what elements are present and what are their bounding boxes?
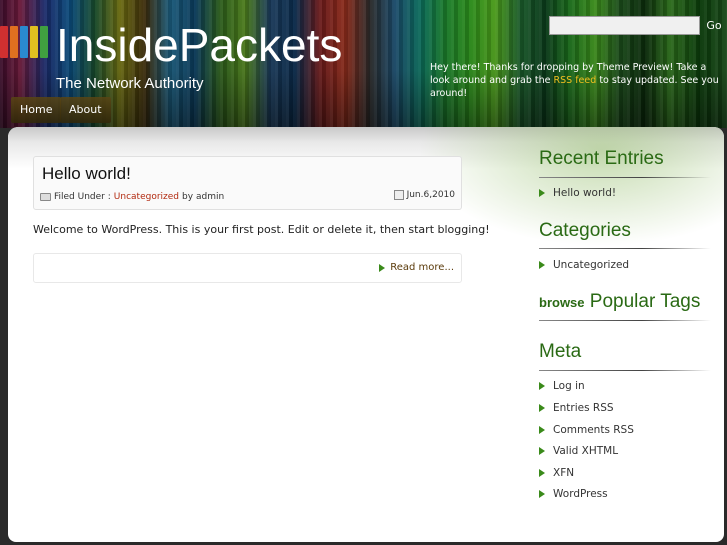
- logo-icon[interactable]: [0, 26, 50, 58]
- green-arrow-icon: [539, 382, 545, 390]
- sidebar-item-valid-xhtml[interactable]: Valid XHTML: [539, 445, 618, 457]
- post-title[interactable]: Hello world!: [42, 164, 131, 184]
- nav-item-about[interactable]: About: [60, 97, 111, 123]
- read-more-link[interactable]: Read more...: [379, 262, 454, 273]
- read-more-box: Read more...: [33, 253, 462, 283]
- post-category-link[interactable]: Uncategorized: [114, 192, 179, 202]
- post-author: admin: [196, 192, 225, 202]
- green-arrow-icon: [539, 261, 545, 269]
- post-date: Jun.6,2010: [393, 190, 455, 200]
- divider: [539, 370, 711, 371]
- green-arrow-icon: [539, 404, 545, 412]
- post-body: Welcome to WordPress. This is your first…: [33, 223, 490, 236]
- green-arrow-icon: [539, 189, 545, 197]
- sidebar-item-hello-world[interactable]: Hello world!: [539, 187, 616, 199]
- logo-bar: [30, 26, 38, 58]
- site-header: InsidePackets The Network Authority Go H…: [0, 0, 727, 128]
- sidebar-item-label: Hello world!: [553, 187, 617, 199]
- post-header: Hello world! Filed Under : Uncategorized…: [33, 156, 462, 210]
- divider: [539, 320, 711, 321]
- post-date-text: Jun.6,2010: [406, 190, 455, 200]
- green-arrow-icon: [379, 263, 386, 272]
- green-arrow-icon: [539, 426, 545, 434]
- content-area: Hello world! Filed Under : Uncategorized…: [8, 127, 724, 542]
- logo-bar: [0, 26, 8, 58]
- sidebar-item-label: Valid XHTML: [553, 445, 619, 457]
- logo-bar: [40, 26, 48, 58]
- logo-bar: [10, 26, 18, 58]
- sidebar-item-label: XFN: [553, 467, 575, 479]
- search-go-button[interactable]: Go: [701, 16, 727, 35]
- categories-title: Categories: [539, 220, 631, 241]
- meta-title: Meta: [539, 341, 582, 362]
- tags-prefix: browse: [539, 295, 585, 310]
- search-input[interactable]: [549, 16, 700, 35]
- green-arrow-icon: [539, 447, 545, 455]
- calendar-icon: [393, 190, 404, 200]
- sidebar-item-label: Log in: [553, 380, 585, 392]
- divider: [539, 248, 711, 249]
- main-nav: Home About: [0, 95, 727, 128]
- sidebar-item-xfn[interactable]: XFN: [539, 467, 574, 479]
- green-arrow-icon: [539, 469, 545, 477]
- folder-icon: [40, 193, 51, 201]
- tags-title-text: Popular Tags: [589, 291, 701, 312]
- post-meta: Filed Under : Uncategorized by admin: [40, 192, 224, 202]
- by-label: by: [182, 192, 194, 202]
- divider: [539, 177, 711, 178]
- site-tagline: The Network Authority: [56, 75, 204, 92]
- sidebar-item-wordpress[interactable]: WordPress: [539, 488, 608, 500]
- rss-feed-link[interactable]: RSS feed: [554, 75, 597, 86]
- sidebar-item-log-in[interactable]: Log in: [539, 380, 585, 392]
- sidebar-item-uncategorized[interactable]: Uncategorized: [539, 259, 629, 271]
- popular-tags-title: browse Popular Tags: [539, 291, 700, 313]
- read-more-label: Read more...: [390, 262, 454, 273]
- sidebar-item-label: Uncategorized: [553, 259, 630, 271]
- sidebar-item-entries-rss[interactable]: Entries RSS: [539, 402, 614, 414]
- sidebar-item-label: WordPress: [553, 488, 608, 500]
- logo-bar: [20, 26, 28, 58]
- filed-under-label: Filed Under :: [54, 192, 111, 202]
- nav-item-home[interactable]: Home: [11, 97, 62, 123]
- sidebar-item-label: Comments RSS: [553, 424, 634, 436]
- green-arrow-icon: [539, 490, 545, 498]
- sidebar-item-comments-rss[interactable]: Comments RSS: [539, 424, 634, 436]
- recent-entries-title: Recent Entries: [539, 148, 664, 169]
- sidebar-item-label: Entries RSS: [553, 402, 614, 414]
- site-title[interactable]: InsidePackets: [56, 18, 342, 72]
